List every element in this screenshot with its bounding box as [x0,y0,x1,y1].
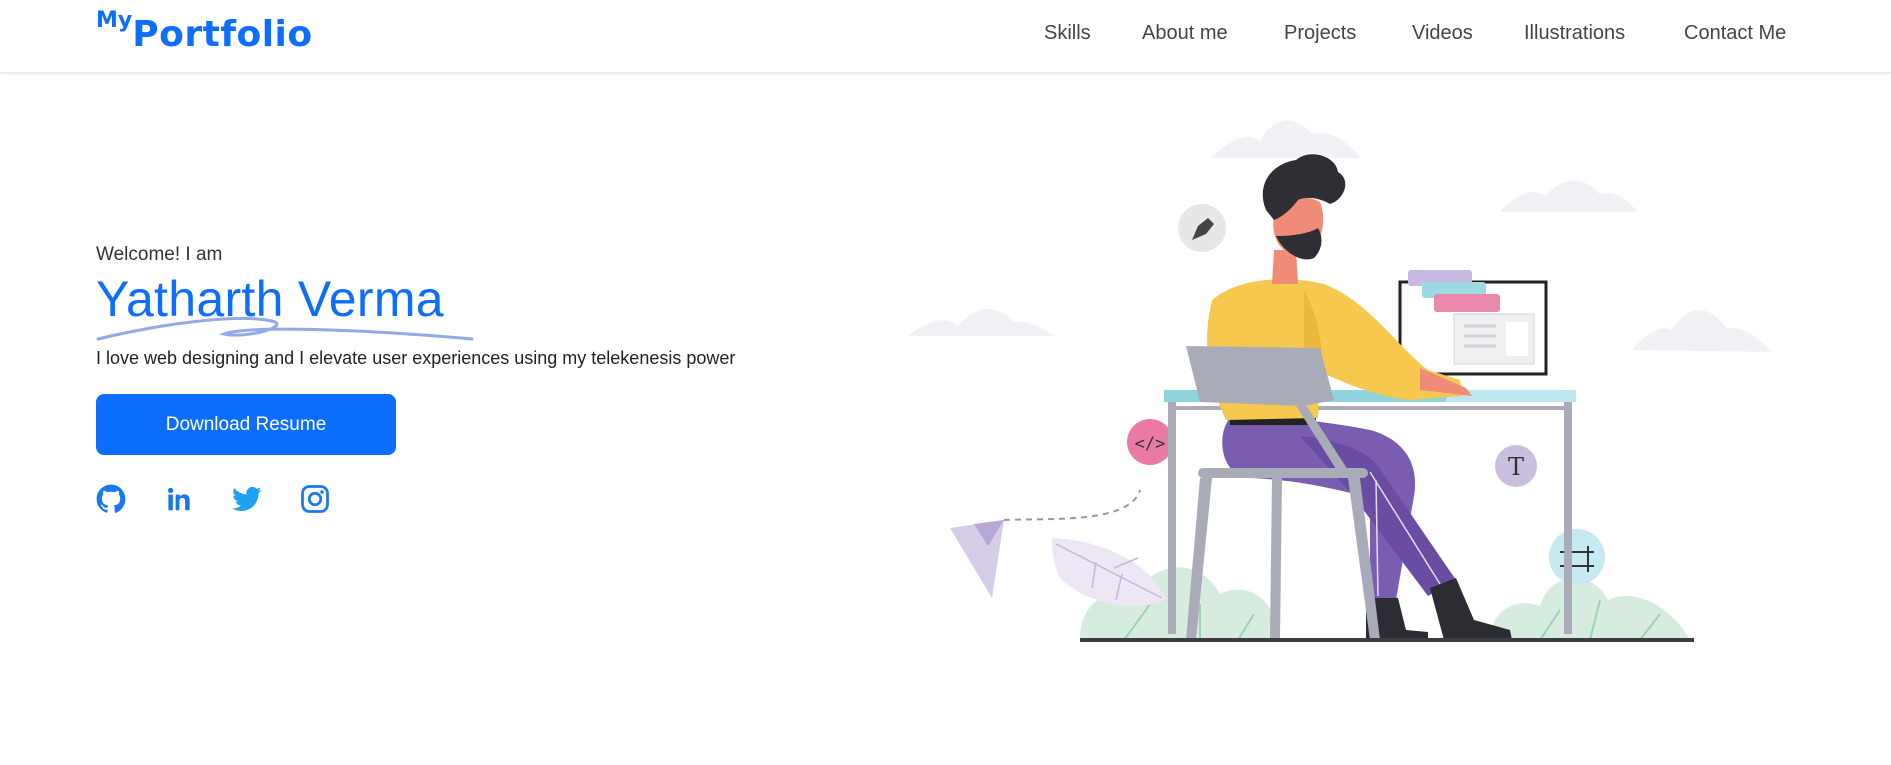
bush-right [1490,578,1690,641]
developer-at-desk-illustration: </> T [908,120,1772,642]
name-underline-scribble [96,316,474,341]
floor-line [1080,638,1694,642]
pen-tool-badge [1178,204,1226,252]
nav-link-skills[interactable]: Skills [1044,22,1091,45]
welcome-text: Welcome! I am [96,244,223,265]
top-navbar: MyPortfolio Skills About me Projects Vid… [0,0,1891,74]
hero-tagline: I love web designing and I elevate user … [96,348,736,368]
nav-link-illustrations[interactable]: Illustrations [1524,22,1625,45]
linkedin-icon[interactable] [164,484,196,516]
code-tag-badge: </> [1127,419,1173,465]
text-tool-badge: T [1495,445,1537,487]
nav-link-projects[interactable]: Projects [1284,22,1356,45]
nav-link-about[interactable]: About me [1142,22,1228,45]
twitter-icon[interactable] [231,484,263,516]
leaf-decoration [1052,538,1166,607]
download-resume-button[interactable]: Download Resume [96,394,396,455]
crop-grid-badge [1549,529,1605,585]
svg-text:T: T [1508,453,1524,481]
github-icon[interactable] [96,484,128,516]
computer-monitor [1398,270,1548,376]
nav-link-contact[interactable]: Contact Me [1684,22,1786,45]
hero-illustration: </> T [900,100,1840,660]
svg-text:</>: </> [1135,434,1166,454]
social-links [96,484,396,524]
nav-link-videos[interactable]: Videos [1412,22,1473,45]
nav-links: Skills About me Projects Videos Illustra… [0,22,1891,52]
instagram-icon[interactable] [300,484,332,516]
